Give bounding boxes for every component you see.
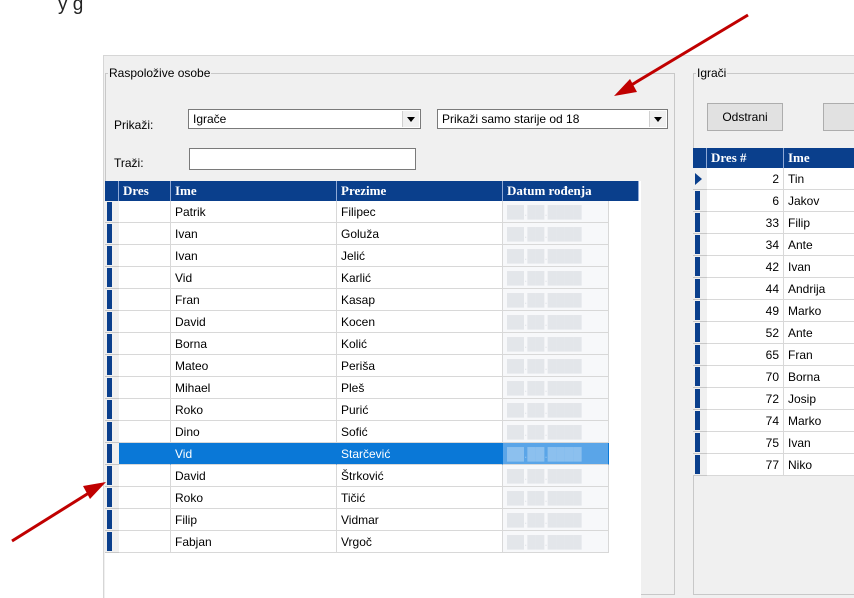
annotation-arrows [11,13,749,543]
top-arrow [614,13,749,96]
left-arrow [11,482,106,543]
